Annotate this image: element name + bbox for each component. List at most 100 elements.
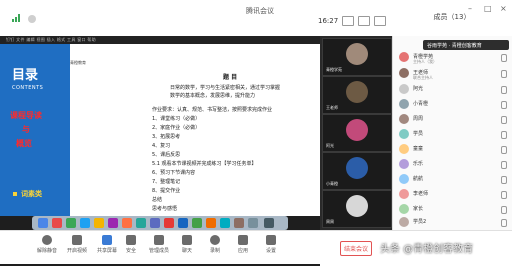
yellow-line: 词素类 [21,190,42,198]
video-tile[interactable]: 周周 [322,190,392,228]
end-meeting-button[interactable]: 结束会议 [340,241,372,256]
avatar [399,159,409,169]
mic-icon[interactable] [501,116,507,124]
avatar [399,129,409,139]
app-icon[interactable] [108,218,118,228]
app-icon[interactable] [122,218,132,228]
shared-menubar-text: 钉钉 文件 编辑 视图 插入 格式 工具 窗口 帮助 [6,37,96,42]
minimize-icon[interactable]: – [468,4,472,13]
app-icon[interactable] [264,218,274,228]
mic-icon[interactable] [501,161,507,169]
doc-line: 6、预习下节课内容 [152,170,196,176]
avatar [399,217,409,227]
mic-icon[interactable] [501,206,507,214]
doc-line: 2、家庭作业（必做） [152,125,201,131]
participant-name: 乐乐 [413,161,424,167]
ppt-icon[interactable] [206,218,216,228]
excel-icon[interactable] [192,218,202,228]
participant-row[interactable]: 李老师 [399,189,509,201]
bullet-icon [13,192,17,196]
avatar [346,195,368,217]
doc-line: 5、课后反思 [152,152,181,158]
doc-line: 总结 [152,197,163,203]
shared-screen: 钉钉 文件 编辑 视图 插入 格式 工具 窗口 帮助 目录 CONTENTS 课… [0,36,320,266]
settings-button[interactable]: 设置 [252,235,290,254]
video-column: 青橙学苑 王老师 阿光 小青橙 周周 [320,36,392,230]
participant-row[interactable]: 学员 [399,129,509,141]
mic-icon[interactable] [501,54,507,62]
participants-panel: 谷雨学苑 · 青橙创客教育 青橙学苑 主持人（我） 王老师 联合主持人 阿光 小… [392,36,512,230]
participants-header: 成员（13） [392,12,512,22]
mic-icon[interactable] [501,146,507,154]
tile-name: 周周 [326,219,334,224]
grid-icon[interactable] [374,16,386,26]
doc-line: 8、提交作业 [152,188,181,194]
video-tile[interactable]: 阿光 [322,114,392,152]
participant-row[interactable]: 学员2 [399,217,509,229]
participant-row[interactable]: 周周 [399,114,509,126]
app-icon[interactable] [164,218,174,228]
avatar [346,119,368,141]
gear-icon [266,235,276,245]
app-icon[interactable] [94,218,104,228]
slide-subtitle: CONTENTS [12,85,44,91]
app-icon[interactable] [52,218,62,228]
clock: 16:27 [318,17,339,25]
doc-line: 3、拓展思考 [152,134,181,140]
word-icon[interactable] [178,218,188,228]
maximize-icon[interactable]: □ [484,4,492,13]
camera-icon [72,235,82,245]
app-icon[interactable] [234,218,244,228]
participant-row[interactable]: 乐乐 [399,159,509,171]
qq-icon[interactable] [80,218,90,228]
doc-line: 7、整理笔记 [152,179,181,185]
participant-row[interactable]: 阿光 [399,84,509,96]
app-icon[interactable] [136,218,146,228]
doc-line: 日常的数学，学习与生活紧密相关，通过学习掌握 [170,85,281,91]
participant-row[interactable]: 青橙学苑 主持人（我） [399,52,509,64]
participant-row[interactable]: 小青橙 [399,99,509,111]
app-icon[interactable] [220,218,230,228]
avatar [399,68,409,78]
participant-row[interactable]: 童童 [399,144,509,156]
participant-row[interactable]: 家长 [399,204,509,216]
finder-icon[interactable] [38,218,48,228]
participant-name: 航航 [413,176,424,182]
doc-line: 4、复习 [152,143,171,149]
tooltip-text: 谷雨学苑 · 青橙创客教育 [427,43,482,49]
close-icon[interactable]: × [500,4,507,13]
mic-icon[interactable] [501,86,507,94]
avatar [346,81,368,103]
chat-icon [182,235,192,245]
mic-icon[interactable] [501,176,507,184]
avatar [399,144,409,154]
slide-sidebar: 目录 CONTENTS 课程导读 与 概览 词素类 [0,44,70,216]
avatar [399,114,409,124]
trash-icon[interactable] [248,218,258,228]
share-icon [102,235,112,245]
shared-menubar: 钉钉 文件 编辑 视图 插入 格式 工具 窗口 帮助 [0,36,320,44]
tooltip: 谷雨学苑 · 青橙创客教育 [423,40,509,50]
participant-name: 阿光 [413,86,424,92]
info-icon[interactable] [28,15,36,23]
participant-row[interactable]: 王老师 联合主持人 [399,68,509,80]
layout-icon[interactable] [342,16,354,26]
mic-icon [42,235,52,245]
signal-icon [12,14,22,22]
mic-icon[interactable] [501,219,507,227]
app-icon[interactable] [150,218,160,228]
fullscreen-icon[interactable] [358,16,370,26]
mic-icon[interactable] [501,70,507,78]
mic-icon[interactable] [501,131,507,139]
end-meeting-label: 结束会议 [343,246,368,253]
video-tile[interactable]: 小青橙 [322,152,392,190]
video-tile[interactable]: 王老师 [322,76,392,114]
wechat-icon[interactable] [66,218,76,228]
window-title: 腾讯会议 [246,7,274,15]
red-line-3: 概览 [16,139,32,148]
participant-row[interactable]: 航航 [399,174,509,186]
mic-icon[interactable] [501,191,507,199]
slide: 目录 CONTENTS 课程导读 与 概览 词素类 青橙教育 题 目 日常的数学… [0,44,320,216]
video-tile[interactable]: 青橙学苑 [322,38,392,76]
mic-icon[interactable] [501,101,507,109]
